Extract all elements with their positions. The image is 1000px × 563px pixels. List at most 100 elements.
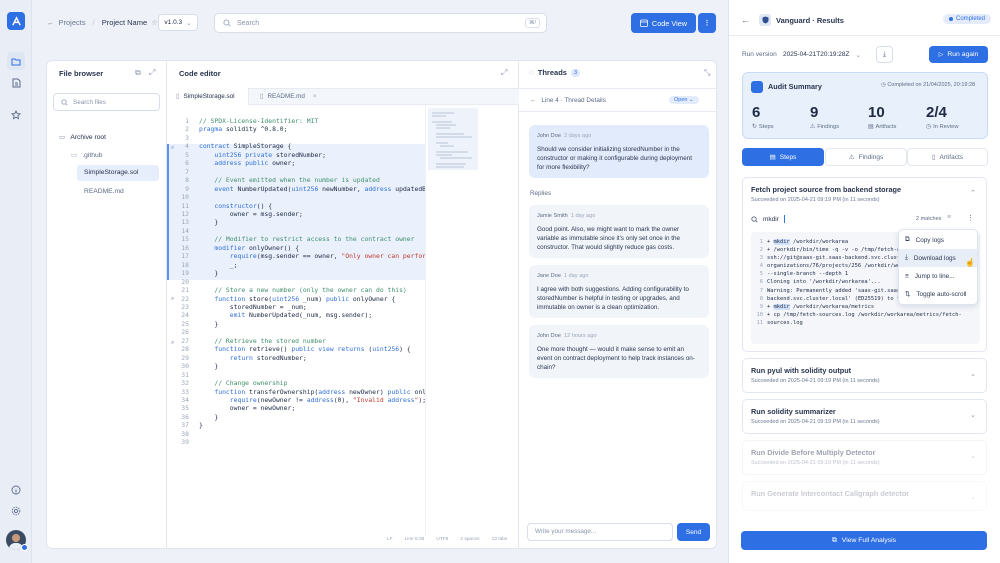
code-content[interactable]: 1// SPDX-License-Identifier: MIT 2 pragma … — [173, 117, 425, 447]
breadcrumb: ← Projects / Project Name ☆ — [47, 18, 158, 27]
run-version-select[interactable]: 2025-04-21T20:19:28Z ⌄ — [783, 46, 871, 63]
chevron-down-icon[interactable]: ⌄ — [970, 370, 976, 378]
thread-status-select[interactable]: Open ⌄ — [669, 96, 699, 104]
message-time: 12 hours ago — [563, 333, 597, 339]
stat-findings: 9 ⚠ Findings — [810, 104, 840, 130]
tab-simplestorage[interactable]: ▯ SimpleStorage.sol — [167, 88, 249, 105]
log-line: 10 + cp /tmp/fetch-sources.log /workdir/w… — [756, 311, 962, 318]
version-select[interactable]: v1.0.3 ⌄ — [158, 14, 198, 31]
code-view-button[interactable]: Code View — [631, 13, 696, 33]
minimap[interactable] — [425, 105, 519, 535]
stat-artifacts: 10 ▤ Artifacts — [868, 104, 897, 130]
back-arrow-icon[interactable]: ← — [741, 15, 750, 25]
app-logo-icon[interactable] — [7, 12, 25, 30]
back-arrow-icon[interactable]: ← — [530, 97, 536, 104]
code-line: 3 — [185, 133, 189, 142]
menu-label: Download logs — [913, 254, 956, 262]
menu-copy-logs[interactable]: ⧉ Copy logs — [899, 231, 977, 249]
status-indent: 2 spaces — [460, 537, 480, 542]
code-line: 20 — [181, 277, 189, 286]
close-icon[interactable]: × — [313, 93, 317, 100]
code-line: 15 // Modifier to restrict access to the… — [181, 235, 415, 244]
tree-item-github[interactable]: ▭ .github — [71, 151, 102, 160]
message-input[interactable]: Write your message... — [527, 523, 673, 541]
chevron-down-icon: ⌄ — [855, 51, 861, 59]
completed-on: ◷ Completed on 21/04/2025, 20:19:28 — [881, 82, 976, 88]
code-line: 31 — [181, 370, 189, 379]
step-subtitle: Succeeded on 2025-04-21 09:19 PM (in 11 … — [751, 460, 880, 466]
status-dot — [21, 544, 28, 551]
code-line: 36 } — [181, 412, 219, 421]
code-line: 28 function retrieve() public view retur… — [181, 345, 411, 354]
run-version-value: 2025-04-21T20:19:28Z — [783, 51, 850, 58]
tree-item-archive-root[interactable]: ▭ Archive root — [59, 133, 106, 142]
code-line: 14 — [181, 226, 189, 235]
star-icon[interactable] — [7, 106, 25, 124]
code-line: 10 — [181, 193, 189, 202]
breadcrumb-project-name[interactable]: Project Name — [102, 18, 147, 27]
download-icon[interactable]: ⤓ — [876, 46, 893, 63]
menu-toggle-autoscroll[interactable]: ⇅ Toggle auto-scroll — [899, 285, 977, 303]
log-search-input[interactable]: mkdir — [751, 210, 980, 228]
more-options-icon[interactable]: ⋮ — [967, 214, 974, 222]
expand-icon[interactable]: ⤢ — [501, 68, 507, 78]
chevron-down-icon[interactable]: ⌄ — [970, 493, 976, 501]
tab-readme[interactable]: ▯ README.md × — [251, 88, 321, 105]
back-arrow-icon[interactable]: ← — [47, 18, 55, 27]
chevron-up-icon[interactable]: ⌃ — [970, 189, 976, 197]
tab-findings[interactable]: ⚠ Findings — [825, 148, 907, 166]
settings-gear-icon[interactable] — [7, 502, 25, 520]
status-cursor: Line 5:36 — [404, 537, 425, 542]
code-line: 12 owner = msg.sender; — [181, 209, 303, 218]
chevron-down-icon[interactable]: ⌄ — [970, 411, 976, 419]
view-full-analysis-button[interactable]: ⧉ View Full Analysis — [741, 531, 987, 550]
run-again-button[interactable]: ▷ Run again — [929, 46, 988, 63]
code-line: 22 function store(uint256 _num) public o… — [181, 294, 396, 303]
summary-title: Audit Summary — [768, 82, 822, 91]
filter-icon[interactable]: ≡ — [947, 214, 951, 221]
reply-message: John Doe 12 hours ago One more thought — … — [529, 325, 709, 378]
minimap-lines — [432, 112, 472, 168]
thread-detail-title[interactable]: ← Line 4 · Thread Details — [530, 97, 606, 104]
collapse-icon[interactable]: ⤡ — [704, 68, 710, 78]
chat-bubble-icon: ◌ — [529, 68, 534, 77]
send-label: Send — [685, 528, 702, 536]
search-icon — [751, 215, 758, 223]
chevron-down-icon[interactable]: ⌄ — [970, 452, 976, 460]
folder-icon[interactable] — [7, 52, 25, 70]
star-icon[interactable]: ☆ — [151, 18, 158, 27]
tab-steps[interactable]: ▤ Steps — [742, 148, 824, 166]
tab-artifacts[interactable]: ▯ Artifacts — [907, 148, 988, 166]
tree-item-readme[interactable]: README.md — [84, 188, 124, 195]
search-icon — [223, 19, 231, 27]
step-item[interactable]: Run solidity summarizer Succeeded on 202… — [742, 399, 987, 434]
code-editor: Code editor ⤢ ▯ SimpleStorage.sol ▯ README… — [167, 61, 519, 548]
version-value: v1.0.3 — [164, 19, 183, 26]
selection-bar — [167, 144, 169, 280]
code-line: 5 uint256 private storedNumber; — [185, 150, 326, 159]
step-item[interactable]: Run pyul with solidity output Succeeded … — [742, 358, 987, 393]
folder-icon: ▭ — [71, 152, 78, 159]
code-line: 27 // Retrieve the stored number — [181, 336, 326, 345]
log-search-value: mkdir — [763, 215, 779, 223]
step-item[interactable]: Run Divide Before Multiply Detector Succ… — [742, 440, 987, 475]
step-item[interactable]: Run Generate Intercontact Callgraph dete… — [742, 481, 987, 511]
tree-item-simplestorage[interactable]: SimpleStorage.sol — [77, 165, 159, 181]
document-icon[interactable] — [7, 74, 25, 92]
menu-jump-to-line[interactable]: ≡ Jump to line... — [899, 267, 977, 285]
new-file-icon[interactable]: ⧉ — [135, 68, 141, 78]
more-options-icon[interactable]: ⋮ — [698, 13, 716, 33]
expand-icon[interactable]: ⤢ — [149, 68, 155, 78]
search-bar[interactable]: Search ⌘/ — [214, 13, 547, 33]
file-search-input[interactable]: Search files — [53, 93, 160, 111]
code-line: 18 _; — [181, 260, 238, 269]
menu-label: Toggle auto-scroll — [916, 290, 967, 298]
info-icon[interactable] — [7, 481, 25, 499]
cursor-pointer-icon: ☝ — [965, 258, 975, 267]
step-title: Fetch project source from backend storag… — [751, 185, 902, 194]
send-button[interactable]: Send — [677, 523, 710, 541]
breadcrumb-projects[interactable]: Projects — [59, 18, 86, 27]
status-line-ending: LF — [387, 537, 393, 542]
log-match-count: 2 matches — [916, 216, 942, 222]
code-line: 39 — [181, 438, 189, 447]
